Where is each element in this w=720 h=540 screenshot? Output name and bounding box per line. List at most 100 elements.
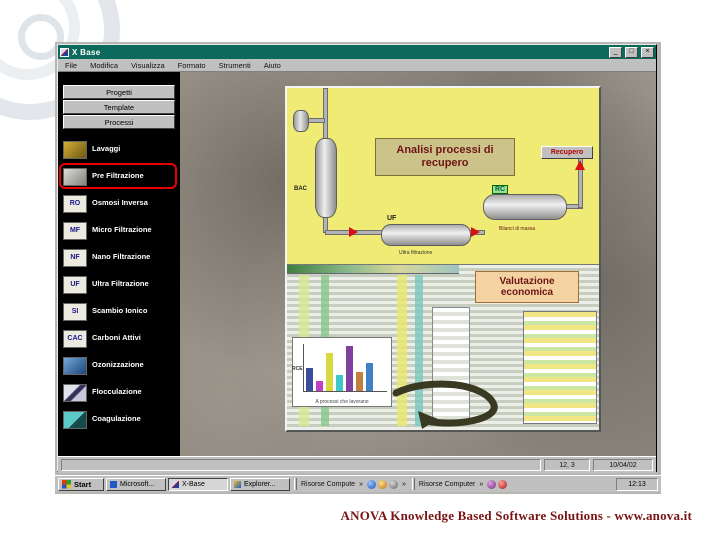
chart-ylabel: RCE <box>292 366 303 372</box>
tray-globe-icon[interactable] <box>366 479 376 489</box>
windows-logo-icon <box>62 479 71 489</box>
sheet-header-band <box>287 265 459 274</box>
chart-bar <box>336 375 343 391</box>
process-item-ultra-filtrazione[interactable]: UF Ultra Filtrazione <box>58 271 180 298</box>
scambio-ionico-icon: SI <box>63 302 87 321</box>
maximize-button[interactable]: □ <box>625 46 638 58</box>
tray-app-icon[interactable] <box>377 479 387 489</box>
quicklaunch-right-label: Risorse Computer <box>418 480 476 488</box>
pipe <box>323 88 328 140</box>
process-list: Lavaggi Pre Filtrazione RO Osmosi Invers… <box>58 136 180 433</box>
chart-bar <box>366 362 373 391</box>
economic-sheet: Valutazione economica RCE A processi che… <box>287 264 599 430</box>
ozonizzazione-icon <box>63 356 87 375</box>
process-item-pre-filtrazione[interactable]: Pre Filtrazione <box>58 163 180 190</box>
carboni-attivi-icon: CAC <box>63 329 87 348</box>
ultra-filtrazione-icon: UF <box>63 275 87 294</box>
uf-tank <box>381 224 471 246</box>
window-title: X Base <box>72 47 101 57</box>
taskbar-clock: 12:13 <box>616 477 658 491</box>
pre-filtrazione-icon <box>63 167 87 186</box>
process-item-flocculazione[interactable]: Flocculazione <box>58 379 180 406</box>
menu-item-visualizza[interactable]: Visualizza <box>131 61 165 70</box>
toolbar-grip[interactable] <box>411 478 415 490</box>
desktop-screenshot: X Base _ □ × File Modifica Visualizza Fo… <box>55 42 661 494</box>
taskbar-button-xbase[interactable]: X-Base <box>168 477 228 491</box>
chevron-icon[interactable]: » <box>359 481 363 488</box>
bac-label: BAC <box>294 186 307 192</box>
chevron-icon[interactable]: » <box>479 481 483 488</box>
process-item-carboni-attivi[interactable]: CAC Carboni Attivi <box>58 325 180 352</box>
footer-branding: ANOVA Knowledge Based Software Solutions… <box>340 508 692 523</box>
menu-item-strumenti[interactable]: Strumenti <box>219 61 251 70</box>
menu-item-aiuto[interactable]: Aiuto <box>264 61 281 70</box>
process-item-coagulazione[interactable]: Coagulazione <box>58 406 180 433</box>
recupero-button[interactable]: Recupero <box>541 146 593 159</box>
quicklaunch-left-label: Risorse Compute <box>301 480 356 488</box>
xbase-icon <box>172 480 179 488</box>
uf-label: UF <box>387 215 397 222</box>
process-flow-diagram: BAC RC UF Bilanci di massa Ultra filtraz… <box>287 88 599 264</box>
chart-bar <box>326 353 333 391</box>
flow-arrow-right-icon <box>349 227 358 237</box>
nav-button-template[interactable]: Template <box>63 100 175 114</box>
status-bar: 12, 3 10/04/02 <box>58 456 656 473</box>
xbase-window: X Base _ □ × File Modifica Visualizza Fo… <box>57 44 657 473</box>
minimize-button[interactable]: _ <box>609 46 622 58</box>
menu-bar: File Modifica Visualizza Formato Strumen… <box>58 59 656 72</box>
app-icon <box>60 47 69 57</box>
osmosi-inversa-icon: RO <box>63 194 87 213</box>
menu-item-file[interactable]: File <box>65 61 77 70</box>
menu-item-formato[interactable]: Formato <box>178 61 206 70</box>
chart-bar <box>306 367 313 391</box>
mass-balance-note: Bilanci di massa <box>499 226 536 232</box>
process-item-ozonizzazione[interactable]: Ozonizzazione <box>58 352 180 379</box>
results-table <box>523 311 597 424</box>
process-item-lavaggi[interactable]: Lavaggi <box>58 136 180 163</box>
mini-bar-chart-bars <box>303 344 387 392</box>
process-item-micro-filtrazione[interactable]: MF Micro Filtrazione <box>58 217 180 244</box>
lavaggi-icon <box>63 140 87 159</box>
embedded-report: BAC RC UF Bilanci di massa Ultra filtraz… <box>285 86 601 432</box>
nav-button-progetti[interactable]: Progetti <box>63 85 175 99</box>
micro-filtrazione-icon: MF <box>63 221 87 240</box>
tray-app-icon[interactable] <box>498 479 508 489</box>
annotation-arrow <box>392 380 498 429</box>
taskbar-button-explorer[interactable]: Explorer... <box>230 477 290 491</box>
uf-caption: Ultra filtrazione <box>399 250 433 256</box>
analysis-title: Analisi processi di recupero <box>375 138 515 176</box>
economic-title: Valutazione economica <box>475 271 579 303</box>
explorer-icon <box>234 480 241 488</box>
taskbar: Start Microsoft... X-Base Explorer... Ri… <box>55 475 661 492</box>
process-item-scambio-ionico[interactable]: SI Scambio Ionico <box>58 298 180 325</box>
content-area: BAC RC UF Bilanci di massa Ultra filtraz… <box>180 72 656 456</box>
process-item-osmosi-inversa[interactable]: RO Osmosi Inversa <box>58 190 180 217</box>
chart-bar <box>356 372 363 391</box>
nano-filtrazione-icon: NF <box>63 248 87 267</box>
chart-bar <box>316 380 323 391</box>
process-item-nano-filtrazione[interactable]: NF Nano Filtrazione <box>58 244 180 271</box>
window-titlebar: X Base _ □ × <box>58 45 656 59</box>
presentation-slide: X Base _ □ × File Modifica Visualizza Fo… <box>0 0 720 540</box>
close-button[interactable]: × <box>641 46 654 58</box>
rc-tank <box>483 194 567 220</box>
window-body: Progetti Template Processi Lavaggi Pre F… <box>58 72 656 456</box>
flocculazione-icon <box>63 383 87 402</box>
rc-label: RC <box>492 185 509 194</box>
start-button[interactable]: Start <box>58 477 104 491</box>
chart-caption: A processi che lavorano <box>315 399 369 405</box>
flow-arrow-right-icon <box>471 227 480 237</box>
status-cell-empty <box>61 459 541 471</box>
process-sidebar: Progetti Template Processi Lavaggi Pre F… <box>58 72 180 456</box>
toolbar-grip[interactable] <box>294 478 297 490</box>
feed-tank <box>293 110 309 132</box>
menu-item-modifica[interactable]: Modifica <box>90 61 118 70</box>
tray-app-icon[interactable] <box>487 479 497 489</box>
status-cell-date: 10/04/02 <box>593 459 653 471</box>
tray-app-icon[interactable] <box>388 479 398 489</box>
nav-button-processi[interactable]: Processi <box>63 115 175 129</box>
word-icon <box>110 480 117 488</box>
chevron-icon[interactable]: » <box>402 481 406 488</box>
taskbar-button-microsoft[interactable]: Microsoft... <box>106 477 166 491</box>
coagulazione-icon <box>63 410 87 429</box>
